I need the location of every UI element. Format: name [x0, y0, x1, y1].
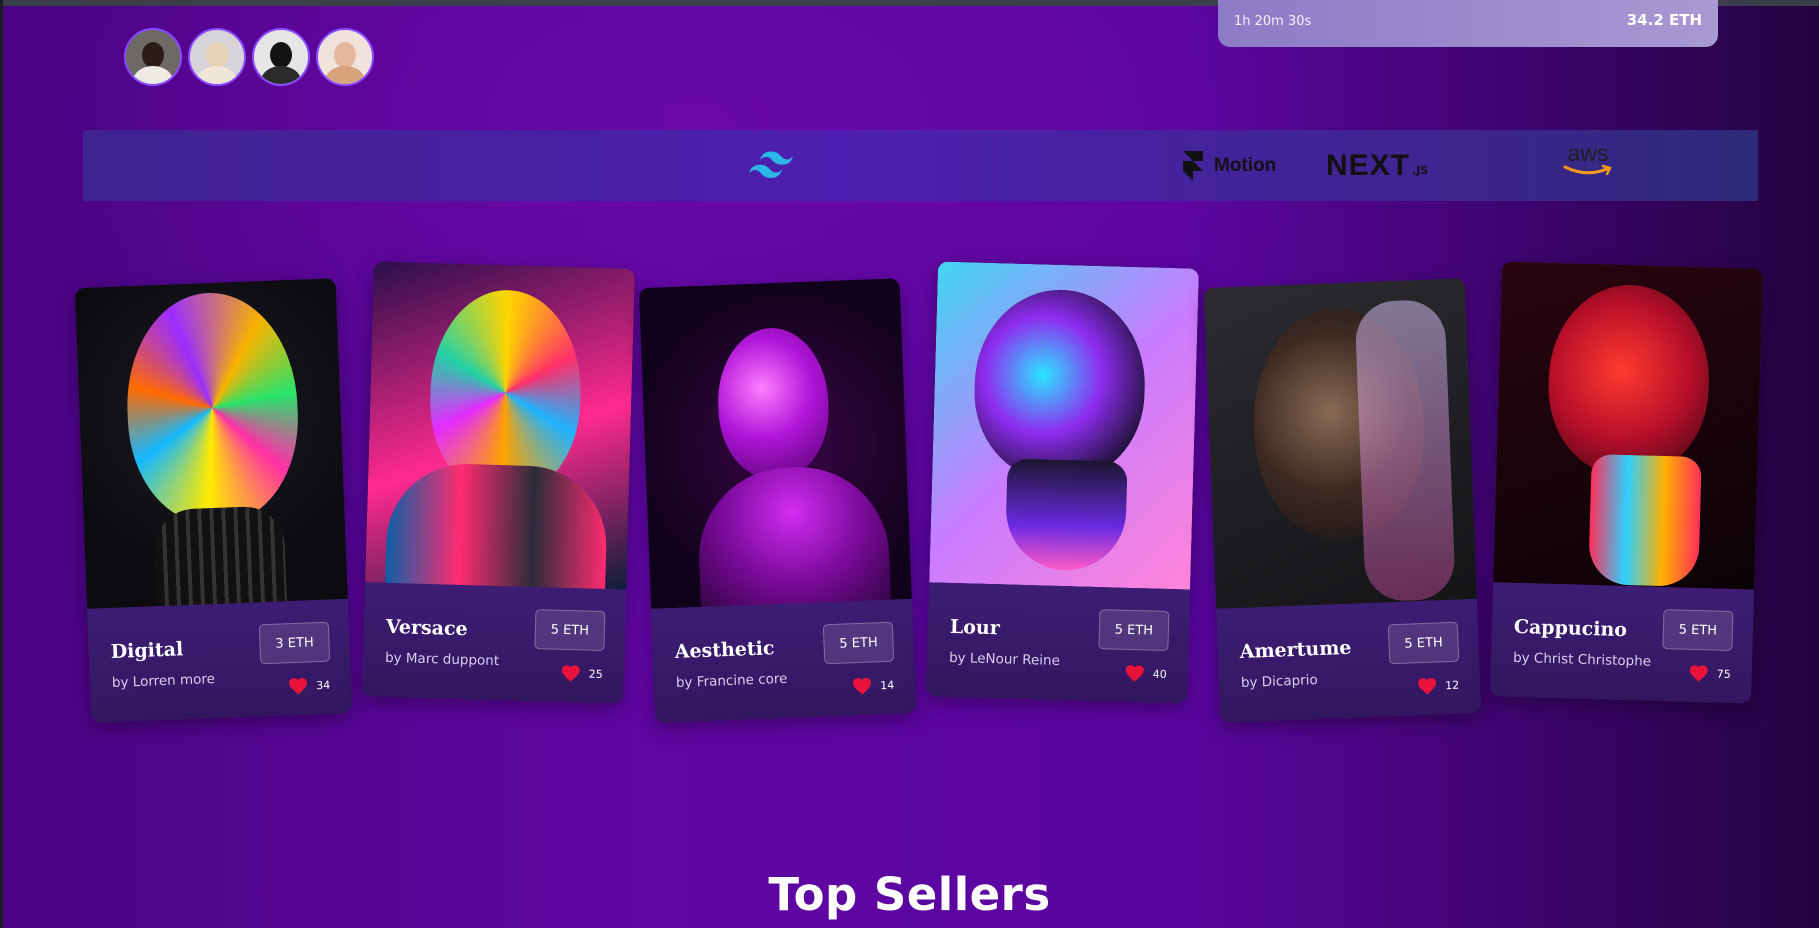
framer-motion-logo: Motion: [1182, 130, 1276, 201]
nft-likes[interactable]: 40: [1124, 664, 1167, 683]
nft-card[interactable]: Digital by Lorren more 3 ETH 34: [74, 278, 353, 723]
likes-count: 25: [588, 667, 603, 681]
nft-card-info: Amertume by Dicaprio 5 ETH 12: [1216, 598, 1482, 723]
aws-smile-icon: [1563, 164, 1612, 176]
nft-artwork-image: [74, 278, 348, 609]
likes-count: 14: [879, 678, 895, 692]
nft-price-button[interactable]: 5 ETH: [534, 609, 606, 652]
nft-price-button[interactable]: 5 ETH: [822, 621, 895, 665]
nft-author[interactable]: by Christ Christophe: [1513, 650, 1651, 670]
aws-label: aws: [1567, 140, 1609, 166]
heart-icon[interactable]: [1417, 677, 1438, 696]
nft-card[interactable]: Amertume by Dicaprio 5 ETH 12: [1203, 278, 1482, 723]
auction-timer: 1h 20m 30s: [1234, 14, 1312, 29]
nft-title: Aesthetic: [674, 637, 775, 664]
nft-artwork-image: [1203, 278, 1477, 609]
nft-author[interactable]: by Francine core: [676, 671, 788, 691]
likes-count: 75: [1716, 667, 1731, 681]
heart-icon[interactable]: [1124, 664, 1144, 683]
framer-motion-label: Motion: [1214, 154, 1277, 176]
nft-price-button[interactable]: 3 ETH: [258, 621, 331, 665]
live-auction-panel[interactable]: 1h 20m 30s 34.2 ETH: [1218, 0, 1718, 47]
heart-icon[interactable]: [288, 677, 309, 696]
nft-artwork-image: [638, 278, 912, 609]
nft-card[interactable]: Versace by Marc duppont 5 ETH 25: [361, 261, 636, 704]
nft-artwork-image: [365, 261, 636, 590]
window-left-edge: [0, 0, 3, 928]
nft-card-info: Versace by Marc duppont 5 ETH 25: [361, 582, 627, 704]
nft-title: Digital: [110, 638, 184, 664]
nft-card-info: Lour by LeNour Reine 5 ETH 40: [925, 582, 1191, 704]
tailwind-icon: [749, 151, 793, 178]
nft-title: Versace: [385, 615, 468, 641]
nft-likes[interactable]: 12: [1417, 676, 1460, 696]
nft-card-info: Aesthetic by Francine core 5 ETH 14: [651, 598, 917, 723]
nextjs-suffix: .JS: [1412, 164, 1429, 177]
nft-card-info: Digital by Lorren more 3 ETH 34: [87, 598, 353, 723]
nft-likes[interactable]: 34: [288, 676, 331, 696]
likes-count: 40: [1152, 667, 1167, 681]
nft-card[interactable]: Lour by LeNour Reine 5 ETH 40: [925, 261, 1200, 704]
nft-price-button[interactable]: 5 ETH: [1387, 621, 1460, 665]
nft-likes[interactable]: 14: [852, 676, 895, 696]
avatar[interactable]: [188, 28, 246, 86]
nft-artwork-image: [929, 261, 1200, 590]
heart-icon[interactable]: [560, 664, 580, 683]
likes-count: 34: [315, 678, 331, 692]
auction-price: 34.2 ETH: [1626, 11, 1702, 29]
nft-card[interactable]: Aesthetic by Francine core 5 ETH 14: [638, 278, 917, 723]
nft-price-button[interactable]: 5 ETH: [1662, 609, 1734, 652]
nft-author[interactable]: by Dicaprio: [1241, 672, 1318, 691]
nft-title: Cappucino: [1513, 615, 1628, 642]
nft-artwork-image: [1493, 261, 1764, 590]
avatar[interactable]: [252, 28, 310, 86]
nextjs-logo: NEXT .JS: [1326, 130, 1428, 201]
nft-author[interactable]: by Marc duppont: [385, 650, 500, 669]
brand-strip: Motion NEXT .JS aws: [83, 130, 1758, 201]
nft-card[interactable]: Cappucino by Christ Christophe 5 ETH 75: [1489, 261, 1764, 704]
nft-likes[interactable]: 25: [560, 664, 603, 683]
nft-likes[interactable]: 75: [1688, 664, 1731, 683]
framer-icon: [1183, 150, 1203, 181]
avatar[interactable]: [316, 28, 374, 86]
nft-title: Amertume: [1239, 636, 1352, 664]
nft-title: Lour: [949, 615, 1001, 640]
likes-count: 12: [1444, 678, 1460, 692]
nft-author[interactable]: by LeNour Reine: [949, 650, 1060, 669]
section-title-top-sellers: Top Sellers: [768, 868, 1051, 922]
nextjs-label: NEXT: [1326, 148, 1411, 182]
avatar[interactable]: [124, 28, 182, 86]
aws-logo: aws: [1563, 142, 1613, 190]
nft-author[interactable]: by Lorren more: [112, 671, 216, 691]
heart-icon[interactable]: [1688, 664, 1708, 683]
heart-icon[interactable]: [852, 677, 873, 696]
nft-card-info: Cappucino by Christ Christophe 5 ETH 75: [1489, 582, 1755, 704]
nft-price-button[interactable]: 5 ETH: [1098, 609, 1170, 652]
